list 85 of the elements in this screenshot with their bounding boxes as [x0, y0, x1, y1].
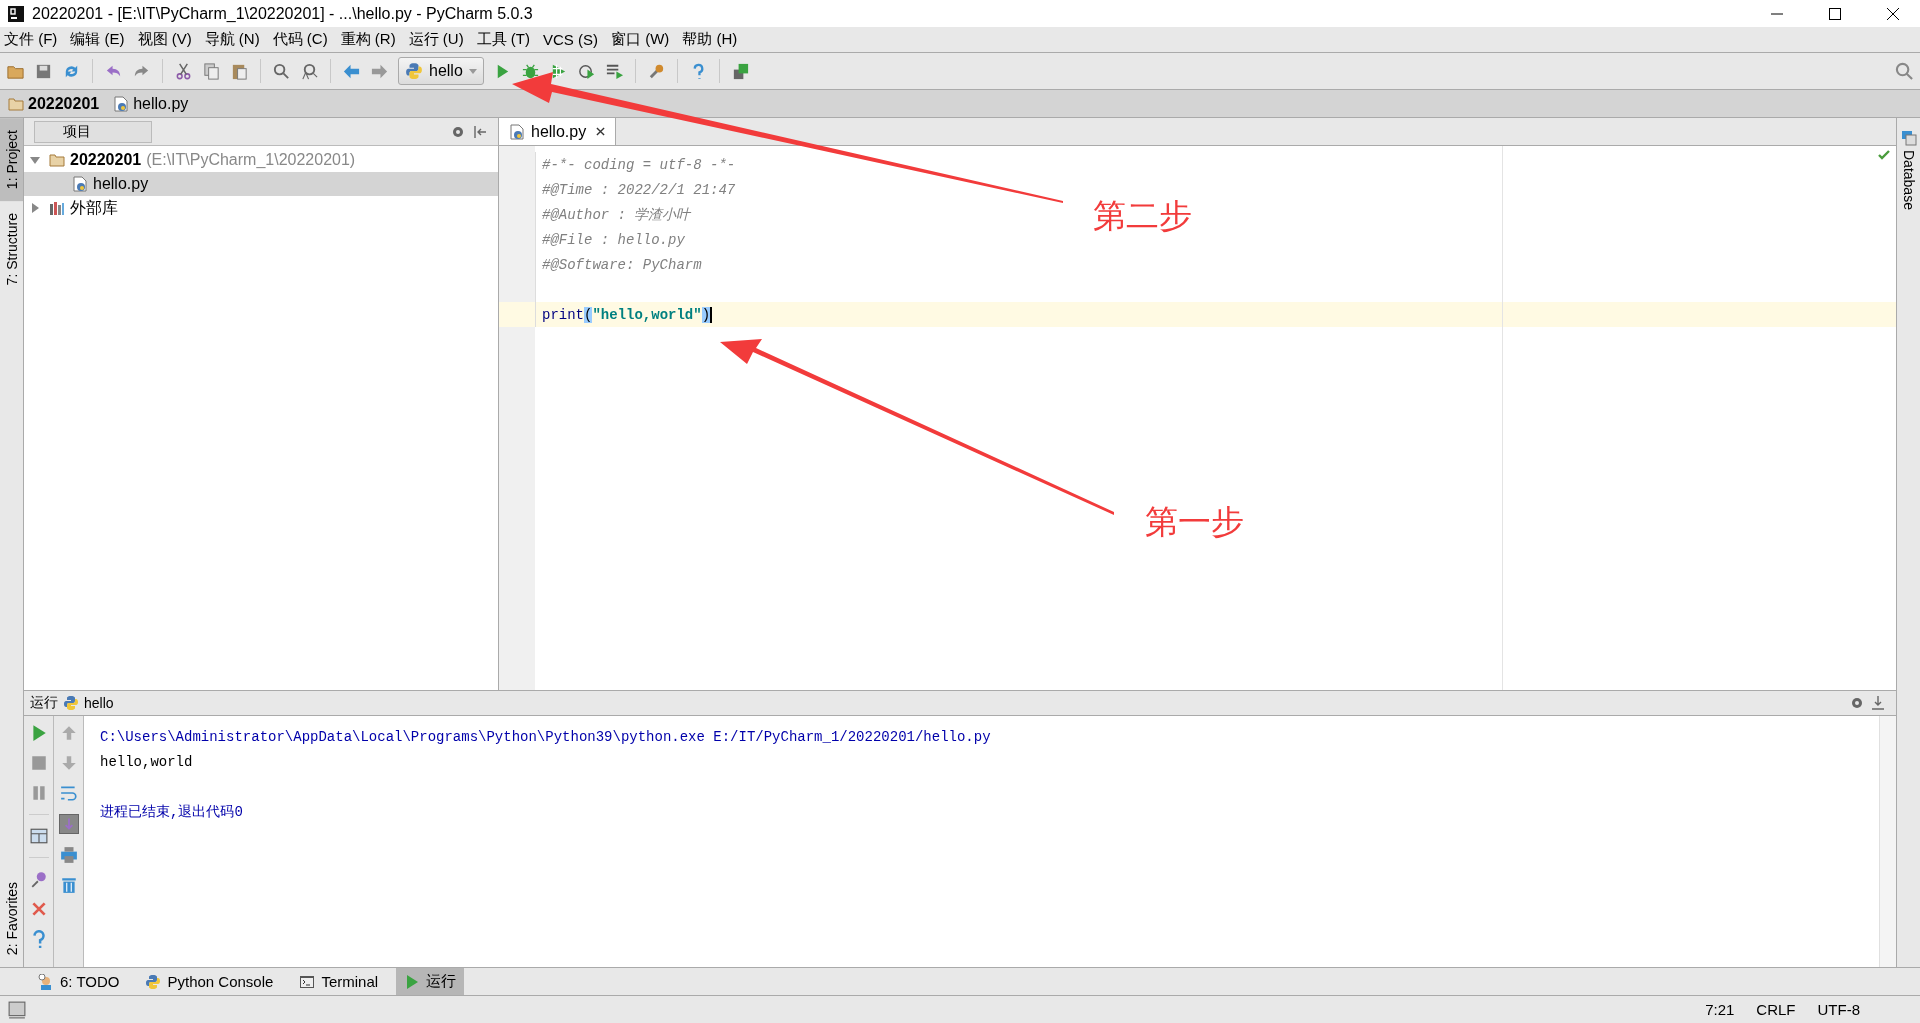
menu-item[interactable]: 编辑 (E)	[70, 30, 125, 49]
file-encoding[interactable]: UTF-8	[1817, 1001, 1860, 1018]
annotation-label: 第二步	[1093, 195, 1192, 237]
menu-item[interactable]: 视图 (V)	[137, 30, 192, 49]
cursor-position[interactable]: 7:21	[1705, 1001, 1735, 1018]
console-command: C:\Users\Administrator\AppData\Local\Programs\Python\Python39\python.exe E:/IT/PyCharm_1/20220201/hello.py	[100, 728, 991, 745]
python-icon	[405, 62, 423, 80]
annotation-label: 第一步	[1145, 501, 1244, 543]
cut-icon[interactable]	[174, 61, 193, 81]
run-config-tab[interactable]: hello	[84, 695, 114, 711]
python-file-icon	[72, 176, 88, 192]
tree-item[interactable]: 外部库	[24, 196, 498, 220]
database-icon	[1900, 130, 1917, 146]
tool-window-tab[interactable]: Database	[1897, 130, 1920, 210]
layout-icon[interactable]	[29, 827, 48, 845]
tree-path: (E:\IT\PyCharm_1\20220201)	[146, 151, 356, 169]
scrollbar[interactable]	[1879, 716, 1896, 967]
collapsed-arrow-icon[interactable]	[30, 203, 40, 213]
tool-window-tab[interactable]: Terminal	[291, 968, 387, 995]
tool-window-tab[interactable]: 1: Project	[0, 118, 23, 202]
breadcrumb-item[interactable]: hello.py	[113, 94, 189, 113]
menu-item[interactable]: 文件 (F)	[4, 30, 58, 49]
menu-item[interactable]: 重构 (R)	[340, 30, 396, 49]
menu-item[interactable]: 导航 (N)	[204, 30, 260, 49]
python-file-icon	[509, 123, 525, 140]
tree-label: 20220201	[70, 151, 142, 169]
folder-icon	[49, 152, 65, 168]
console-output: hello,world	[100, 753, 193, 770]
code-comment: #-*- coding = utf-8 -*-	[542, 156, 736, 173]
project-view-dropdown[interactable]: 项目	[34, 120, 152, 143]
python-file-icon	[113, 95, 130, 112]
code-comment: #@File : hello.py	[542, 231, 685, 248]
tool-window-tab[interactable]: 运行	[396, 968, 465, 995]
run-panel-title: 运行	[30, 694, 58, 712]
run-configuration-dropdown[interactable]: hello	[398, 57, 484, 85]
check-icon	[1878, 150, 1890, 160]
menu-item[interactable]: 窗口 (W)	[611, 30, 670, 49]
menu-item[interactable]: 代码 (C)	[272, 30, 328, 49]
hide-icon[interactable]	[1870, 695, 1886, 711]
tool-window-tab[interactable]: 6: TODO	[30, 968, 128, 995]
folder-icon	[8, 95, 24, 112]
terminal-icon	[299, 973, 316, 990]
console-exit-message: 进程已结束,退出代码0	[100, 802, 243, 821]
tool-window-tab[interactable]: Python Console	[137, 968, 282, 995]
close-icon[interactable]	[596, 127, 606, 136]
settings-icon[interactable]	[1849, 695, 1865, 711]
menu-item[interactable]: 帮助 (H)	[682, 30, 738, 49]
collapse-icon[interactable]	[472, 123, 488, 140]
editor-tab[interactable]: hello.py	[499, 118, 617, 145]
search-icon[interactable]	[1895, 61, 1914, 81]
trash-icon[interactable]	[59, 876, 78, 894]
tree-item[interactable]: hello.py	[24, 172, 498, 196]
tool-window-tab[interactable]: 2: Favorites	[0, 869, 23, 967]
code-line: print("hello,world")	[542, 306, 713, 323]
person-icon	[38, 973, 54, 990]
stop-icon[interactable]	[29, 754, 48, 772]
line-separator[interactable]: CRLF	[1756, 1001, 1796, 1018]
expanded-arrow-icon[interactable]	[30, 155, 40, 165]
tree-item[interactable]: 20220201 (E:\IT\PyCharm_1\20220201)	[24, 148, 498, 172]
code-comment: #@Software: PyCharm	[542, 256, 702, 273]
tool-window-tab[interactable]: 7: Structure	[0, 201, 23, 298]
find-icon[interactable]	[272, 61, 291, 81]
python-icon	[63, 695, 79, 711]
dropdown-arrow-icon	[468, 68, 477, 74]
maximize-icon[interactable]	[1828, 6, 1842, 21]
soft-wrap-icon[interactable]	[59, 784, 78, 802]
menu-item[interactable]: VCS (S)	[543, 31, 598, 48]
close-icon[interactable]	[1886, 6, 1900, 21]
scroll-to-end-icon[interactable]	[58, 814, 79, 834]
code-comment: #@Author : 学渣小叶	[542, 205, 691, 224]
breadcrumb-item[interactable]: 20220201	[8, 94, 100, 113]
print-icon[interactable]	[59, 846, 78, 864]
copy-icon[interactable]	[202, 61, 221, 81]
window-title: 20220201 - [E:\IT\PyCharm_1\20220201] - ...\hello.py - PyCharm 5.0.3	[32, 4, 533, 23]
menu-item[interactable]: 运行 (U)	[408, 30, 464, 49]
tree-label: hello.py	[93, 175, 149, 193]
tool-windows-icon[interactable]	[8, 1000, 26, 1019]
app-icon	[8, 5, 24, 22]
code-comment: #@Time : 2022/2/1 21:47	[542, 181, 736, 198]
replace-icon[interactable]	[300, 61, 319, 81]
tree-label: 外部库	[70, 197, 118, 218]
library-icon	[49, 200, 65, 216]
pin-icon[interactable]	[29, 870, 48, 888]
python-icon	[145, 973, 162, 990]
menu-item[interactable]: 工具 (T)	[476, 30, 530, 49]
